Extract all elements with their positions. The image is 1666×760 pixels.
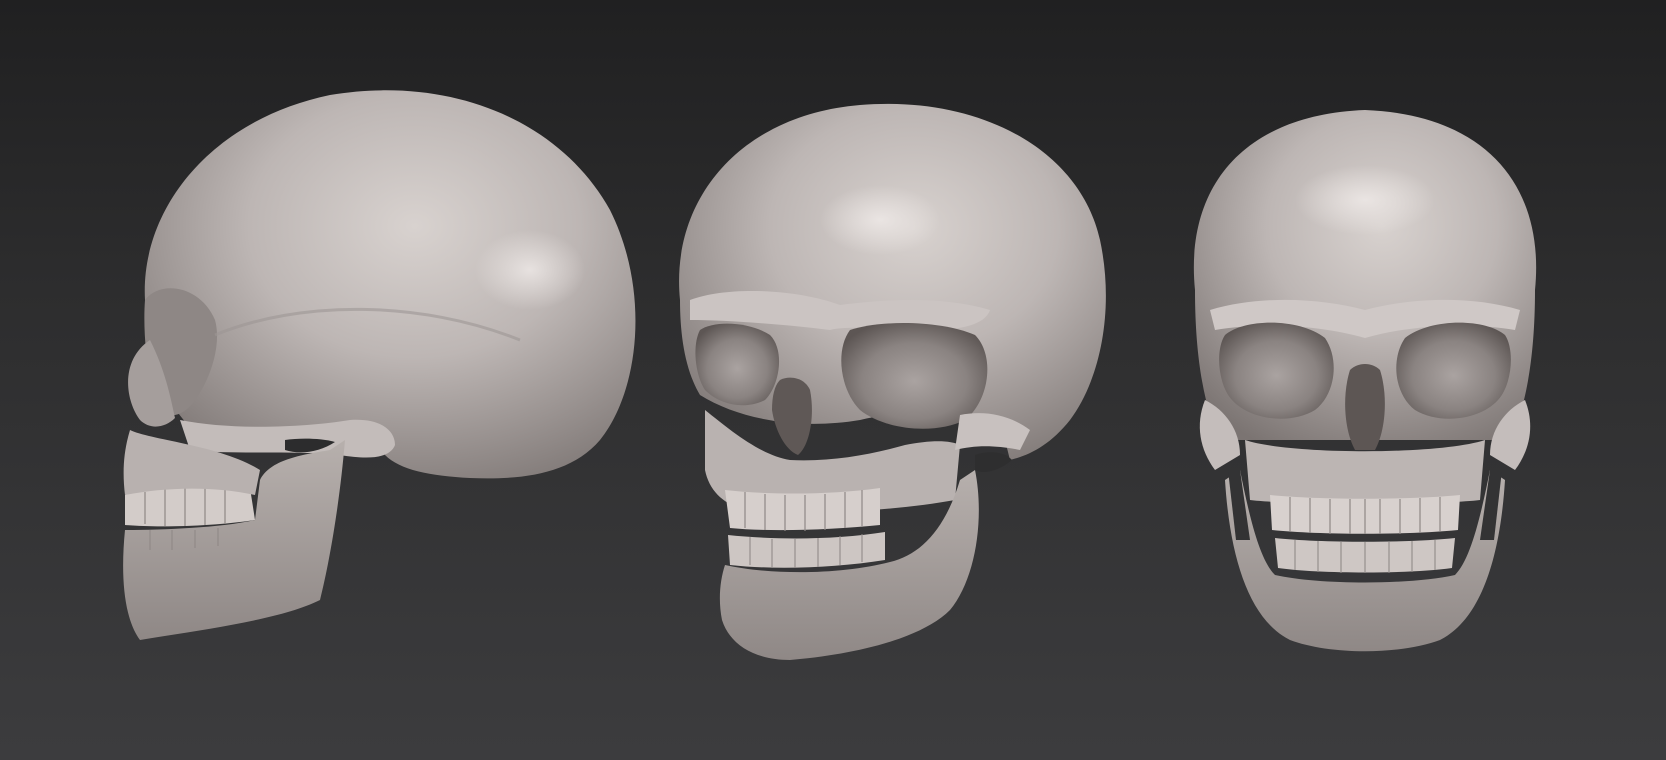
skull-front-view-icon xyxy=(1193,110,1537,652)
skull-side-view-icon xyxy=(123,90,636,640)
sculpt-viewport xyxy=(0,0,1666,760)
skull-three-quarter-view-icon xyxy=(679,103,1106,660)
skull-render-scene xyxy=(123,90,1537,660)
